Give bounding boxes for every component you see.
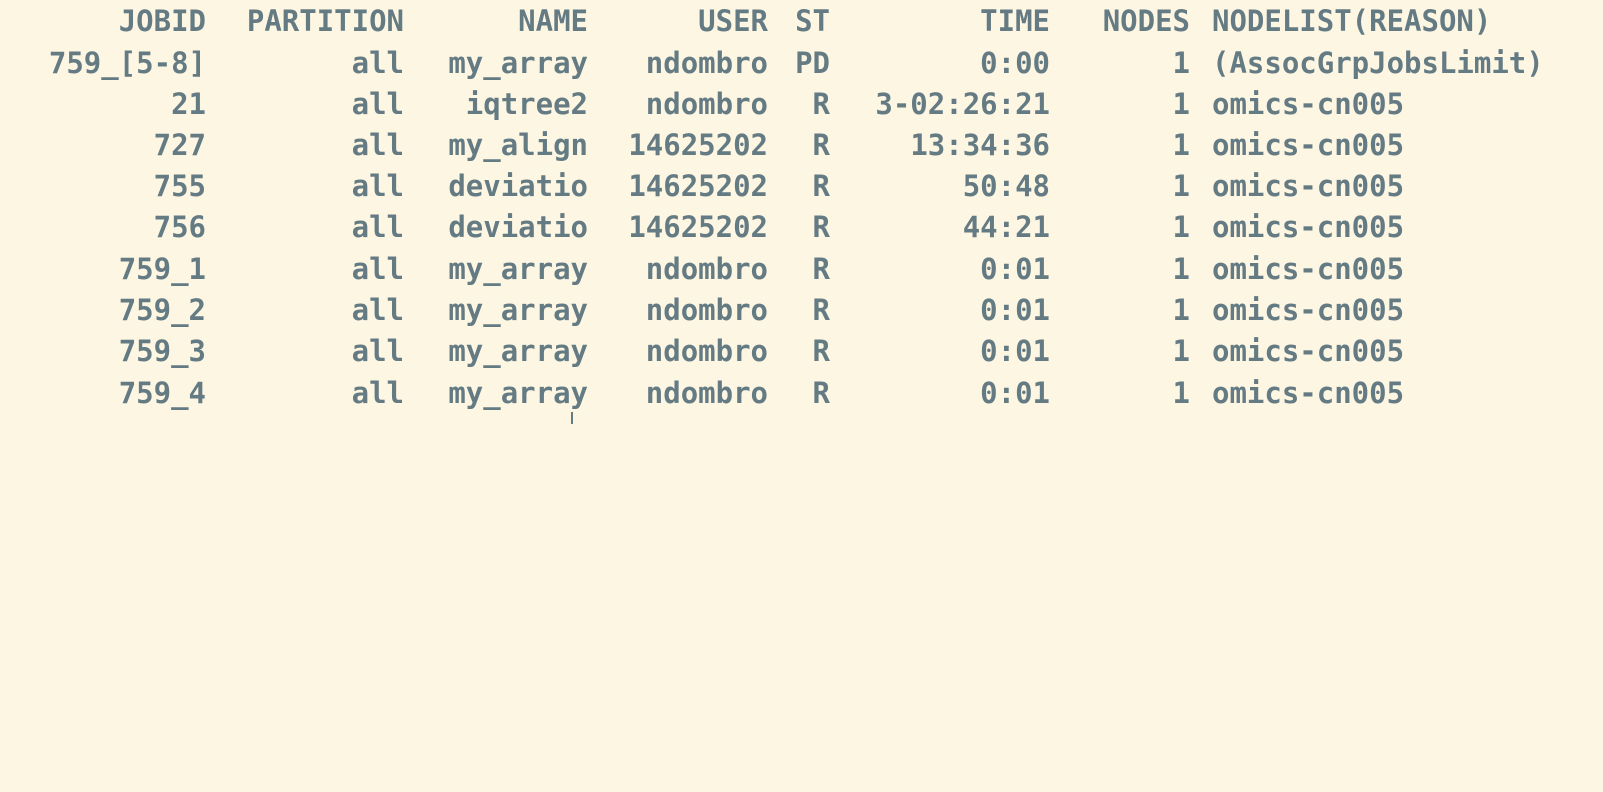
job-nodelist: omics-cn005 [1212, 87, 1405, 121]
job-nodes: 1 [1172, 46, 1190, 80]
job-user: ndombro [645, 87, 768, 121]
job-partition: all [351, 128, 404, 162]
job-partition: all [351, 334, 404, 368]
job-partition: all [351, 376, 404, 410]
job-time: 13:34:36 [910, 128, 1050, 162]
job-nodes: 1 [1172, 252, 1190, 286]
job-state: R [812, 293, 830, 327]
job-nodelist: omics-cn005 [1212, 293, 1405, 327]
job-state: R [812, 252, 830, 286]
table-row: 759_1 all my_array ndombro R 0:01 1 omic… [0, 248, 1603, 290]
header-user: USER [698, 4, 768, 38]
job-partition: all [351, 252, 404, 286]
job-nodes: 1 [1172, 376, 1190, 410]
table-row: 759_2 all my_array ndombro R 0:01 1 omic… [0, 289, 1603, 331]
job-name: my_array [448, 46, 588, 80]
job-partition: all [351, 87, 404, 121]
job-name: my_array [448, 376, 588, 410]
job-nodelist: omics-cn005 [1212, 128, 1405, 162]
job-name: deviatio [448, 210, 588, 244]
job-user: 14625202 [628, 128, 768, 162]
job-nodes: 1 [1172, 334, 1190, 368]
job-id: 759_4 [118, 376, 206, 410]
job-time: 0:00 [980, 46, 1050, 80]
table-row: 759_[5-8] all my_array ndombro PD 0:00 1… [0, 42, 1603, 84]
job-nodelist: omics-cn005 [1212, 169, 1405, 203]
header-nodelist: NODELIST(REASON) [1212, 4, 1492, 38]
job-state: PD [795, 46, 830, 80]
job-id: 756 [153, 210, 206, 244]
job-state: R [812, 169, 830, 203]
job-name: my_array [448, 252, 588, 286]
header-state: ST [795, 4, 830, 38]
job-state: R [812, 87, 830, 121]
header-name: NAME [518, 4, 588, 38]
job-nodelist: omics-cn005 [1212, 334, 1405, 368]
job-name: my_array [448, 293, 588, 327]
job-id: 21 [171, 87, 206, 121]
job-id: 759_2 [118, 293, 206, 327]
job-user: ndombro [645, 293, 768, 327]
table-header: JOBID PARTITION NAME USER ST TIME NODES … [0, 0, 1603, 42]
job-time: 0:01 [980, 334, 1050, 368]
job-time: 0:01 [980, 293, 1050, 327]
job-user: ndombro [645, 334, 768, 368]
job-state: R [812, 376, 830, 410]
job-nodes: 1 [1172, 87, 1190, 121]
job-nodelist: omics-cn005 [1212, 376, 1405, 410]
job-user: ndombro [645, 376, 768, 410]
job-time: 44:21 [962, 210, 1050, 244]
job-partition: all [351, 210, 404, 244]
table-row: 759_4 all my_array ndombro R 0:01 1 omic… [0, 372, 1603, 414]
job-nodelist: omics-cn005 [1212, 210, 1405, 244]
job-name: my_align [448, 128, 588, 162]
job-nodes: 1 [1172, 169, 1190, 203]
job-partition: all [351, 293, 404, 327]
table-row: 759_3 all my_array ndombro R 0:01 1 omic… [0, 330, 1603, 372]
terminal-output[interactable]: JOBID PARTITION NAME USER ST TIME NODES … [0, 0, 1603, 424]
job-nodes: 1 [1172, 293, 1190, 327]
job-state: R [812, 210, 830, 244]
job-time: 0:01 [980, 252, 1050, 286]
table-row: 727 all my_align 14625202 R 13:34:36 1 o… [0, 124, 1603, 166]
job-name: my_array [448, 334, 588, 368]
job-time: 50:48 [962, 169, 1050, 203]
job-name: iqtree2 [465, 87, 588, 121]
text-cursor [571, 412, 573, 424]
header-time: TIME [980, 4, 1050, 38]
table-row: 21 all iqtree2 ndombro R 3-02:26:21 1 om… [0, 83, 1603, 125]
table-row: 755 all deviatio 14625202 R 50:48 1 omic… [0, 165, 1603, 207]
job-id: 759_3 [118, 334, 206, 368]
job-id: 727 [153, 128, 206, 162]
job-time: 0:01 [980, 376, 1050, 410]
job-state: R [812, 334, 830, 368]
job-name: deviatio [448, 169, 588, 203]
job-time: 3-02:26:21 [875, 87, 1050, 121]
job-nodes: 1 [1172, 210, 1190, 244]
header-nodes: NODES [1102, 4, 1190, 38]
job-id: 759_[5-8] [48, 46, 206, 80]
job-partition: all [351, 169, 404, 203]
job-id: 755 [153, 169, 206, 203]
table-row: 756 all deviatio 14625202 R 44:21 1 omic… [0, 206, 1603, 248]
job-state: R [812, 128, 830, 162]
header-jobid: JOBID [118, 4, 206, 38]
job-nodelist: (AssocGrpJobsLimit) [1212, 46, 1544, 80]
job-nodes: 1 [1172, 128, 1190, 162]
job-user: ndombro [645, 46, 768, 80]
job-partition: all [351, 46, 404, 80]
header-partition: PARTITION [246, 4, 404, 38]
job-id: 759_1 [118, 252, 206, 286]
job-user: ndombro [645, 252, 768, 286]
job-nodelist: omics-cn005 [1212, 252, 1405, 286]
job-user: 14625202 [628, 210, 768, 244]
job-user: 14625202 [628, 169, 768, 203]
